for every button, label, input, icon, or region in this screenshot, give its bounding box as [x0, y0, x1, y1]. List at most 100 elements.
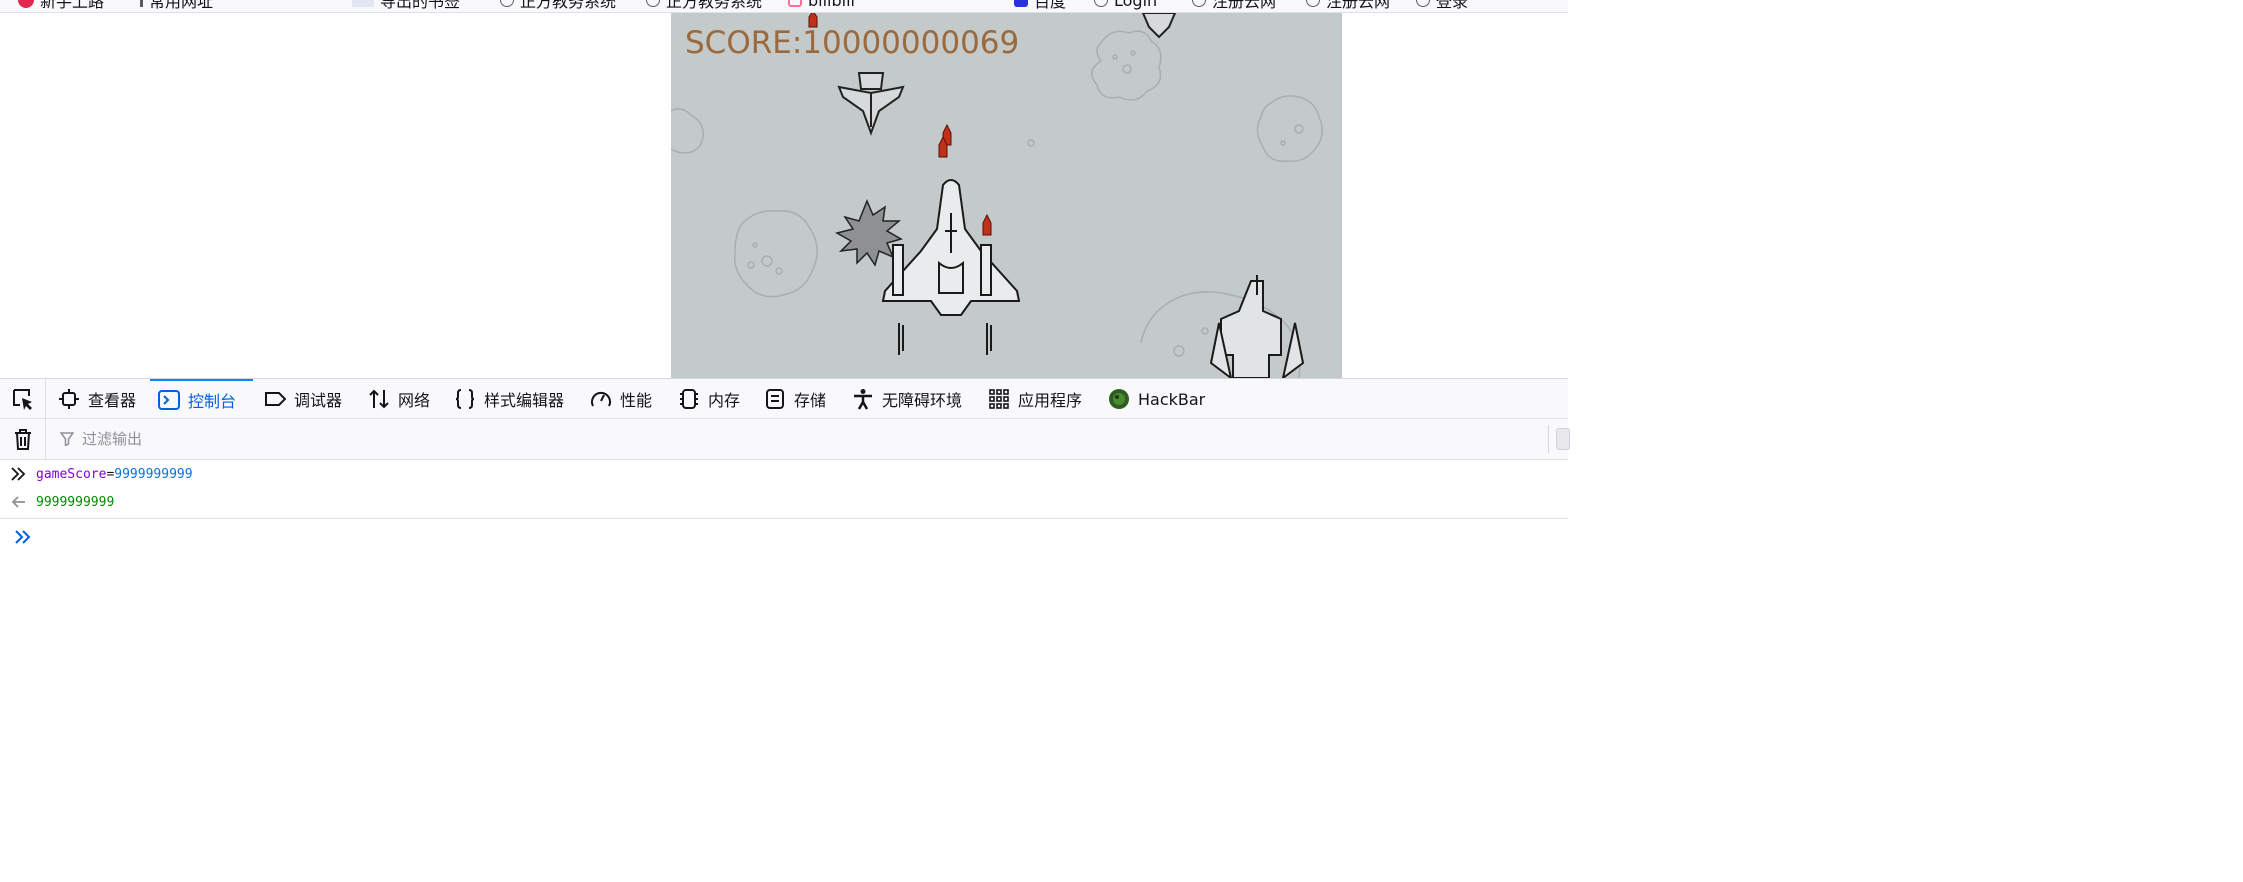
player-ship — [881, 179, 1021, 355]
score-text: SCORE:10000000069 — [685, 25, 1020, 61]
tab-storage[interactable]: 存储 — [756, 379, 834, 419]
hackbar-icon — [1109, 389, 1129, 409]
trash-icon — [14, 429, 31, 450]
prompt-chevron-icon — [0, 529, 46, 545]
result-arrow-icon — [0, 495, 36, 509]
tab-console[interactable]: 控制台 — [150, 379, 253, 419]
accessibility-icon — [854, 389, 872, 410]
firefox-icon — [18, 0, 34, 8]
filter-output[interactable] — [46, 419, 1548, 459]
code-operator: = — [106, 466, 115, 482]
network-icon — [369, 389, 389, 409]
bookmark-label: 导出的书签 — [380, 0, 461, 11]
console-input[interactable] — [46, 525, 1568, 549]
bookmark-label: 常用网址 — [149, 0, 214, 11]
tab-inspector[interactable]: 查看器 — [50, 379, 144, 419]
result-value: 9999999999 — [36, 494, 115, 510]
tab-label: 样式编辑器 — [484, 391, 565, 410]
application-icon — [989, 389, 1009, 409]
memory-icon — [680, 389, 698, 409]
devtools-tabbar: 查看器 控制台 调试器 网络 样式编辑器 性能 内存 存储 无障碍环境 应用程序… — [0, 378, 1568, 419]
bookmark-label: 正方教务系统 — [520, 0, 617, 11]
tab-label: 性能 — [620, 391, 653, 410]
filter-input[interactable] — [80, 429, 680, 449]
console-output: gameScore = 9999999999 9999999999 — [0, 460, 1568, 617]
bookmark-item[interactable]: 正方教务系统 — [500, 0, 617, 11]
bookmark-label: 登录 — [1436, 0, 1469, 11]
performance-icon — [591, 391, 611, 407]
bookmark-label: 注册云网 — [1326, 0, 1391, 11]
tab-hackbar[interactable]: HackBar — [1100, 379, 1213, 419]
bookmark-item[interactable]: 登录 — [1416, 0, 1469, 11]
tab-label: 网络 — [398, 391, 431, 410]
tab-performance[interactable]: 性能 — [582, 379, 660, 419]
tab-label: 调试器 — [294, 391, 343, 410]
globe-icon — [500, 0, 514, 7]
inspector-icon — [59, 389, 79, 409]
game-scene — [671, 13, 1323, 378]
bookmark-label: 注册云网 — [1212, 0, 1277, 11]
tab-style-editor[interactable]: 样式编辑器 — [446, 379, 572, 419]
enemy-ship — [837, 72, 905, 136]
tab-debugger[interactable]: 调试器 — [256, 379, 350, 419]
tab-label: 内存 — [708, 391, 741, 410]
bookmark-item[interactable]: 常用网址 — [140, 0, 214, 11]
element-picker-icon — [12, 389, 32, 410]
toolbar-divider — [1548, 425, 1549, 453]
enemy-ship — [1209, 275, 1305, 378]
bookmark-label: bilibili — [808, 0, 855, 10]
tab-network[interactable]: 网络 — [360, 379, 438, 419]
bookmark-item[interactable]: 新手上路 — [18, 0, 105, 11]
bookmark-item[interactable]: 百度 — [1014, 0, 1067, 11]
bookmark-item[interactable]: 正方教务系统 — [646, 0, 763, 11]
console-divider — [0, 518, 1568, 519]
asteroid — [734, 210, 818, 298]
globe-icon — [646, 0, 660, 7]
explosion — [835, 199, 903, 267]
code-number: 9999999999 — [114, 466, 193, 482]
tab-label: 应用程序 — [1018, 391, 1083, 410]
console-result-message: 9999999999 — [0, 488, 1568, 516]
asteroid — [1256, 95, 1323, 162]
input-chevron-icon — [0, 467, 36, 481]
baidu-icon — [1014, 0, 1028, 7]
tab-label: 无障碍环境 — [882, 391, 963, 410]
globe-icon — [1192, 0, 1206, 7]
bookmark-label: 新手上路 — [40, 0, 105, 11]
bookmark-icon — [352, 0, 374, 7]
asteroid — [671, 108, 704, 154]
console-settings-button[interactable] — [1556, 428, 1570, 450]
debugger-icon — [265, 392, 286, 406]
game-canvas[interactable]: SCORE:10000000069 — [671, 13, 1342, 378]
bookmark-item[interactable]: Login — [1094, 0, 1158, 10]
bilibili-icon — [788, 0, 802, 7]
tab-label: HackBar — [1138, 389, 1206, 409]
globe-icon — [1416, 0, 1430, 7]
tab-label: 控制台 — [188, 392, 237, 411]
tab-memory[interactable]: 内存 — [670, 379, 748, 419]
folder-icon — [140, 0, 143, 7]
globe-icon — [1094, 0, 1108, 7]
tab-label: 查看器 — [88, 391, 137, 410]
tab-accessibility[interactable]: 无障碍环境 — [844, 379, 970, 419]
bookmark-label: 百度 — [1034, 0, 1067, 11]
tab-label: 存储 — [794, 391, 827, 410]
bookmarks-toolbar: 新手上路 常用网址 导出的书签 正方教务系统 正方教务系统 bilibili 百… — [0, 0, 1568, 13]
console-toolbar — [0, 419, 1570, 460]
console-prompt[interactable] — [0, 522, 1568, 552]
code-variable: gameScore — [36, 466, 107, 482]
bookmark-item[interactable]: bilibili — [788, 0, 855, 10]
console-input-message: gameScore = 9999999999 — [0, 460, 1568, 488]
bookmark-label: 正方教务系统 — [666, 0, 763, 11]
bookmark-item[interactable]: 注册云网 — [1192, 0, 1277, 11]
globe-icon — [1306, 0, 1320, 7]
bookmark-label: Login — [1114, 0, 1158, 10]
bookmark-item[interactable]: 注册云网 — [1306, 0, 1391, 11]
clear-console-button[interactable] — [0, 419, 46, 459]
console-icon — [158, 390, 180, 410]
bookmark-item[interactable]: 导出的书签 — [352, 0, 461, 11]
tab-application[interactable]: 应用程序 — [980, 379, 1090, 419]
style-editor-icon — [455, 389, 475, 409]
element-picker-button[interactable] — [0, 379, 46, 419]
storage-icon — [766, 389, 784, 409]
